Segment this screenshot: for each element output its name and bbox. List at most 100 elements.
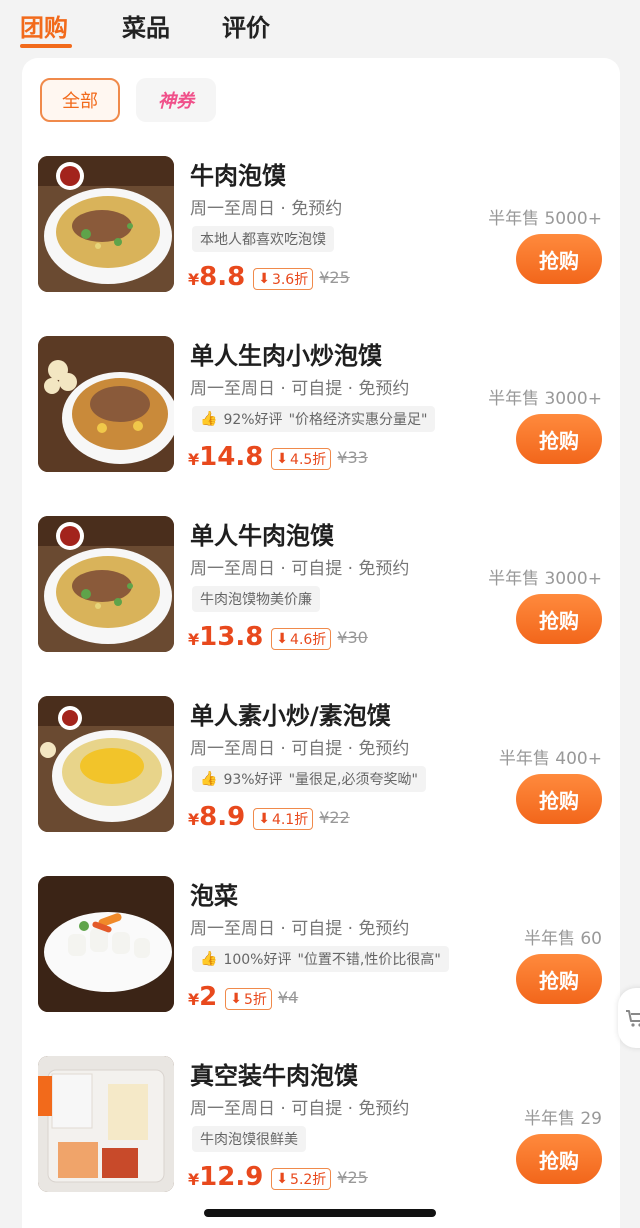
down-arrow-icon: ⬇ <box>276 451 289 467</box>
currency-symbol: ¥ <box>188 990 200 1009</box>
deal-tag: 👍 92%好评 "价格经济实惠分量足" <box>192 406 436 432</box>
original-price: ¥25 <box>319 268 350 287</box>
deal-title: 牛肉泡馍 <box>190 162 286 190</box>
cart-icon <box>626 1010 640 1027</box>
veg-paomo-image <box>38 696 174 832</box>
deal-availability: 周一至周日 · 可自提 · 免预约 <box>190 739 410 759</box>
discount-label: 4.1折 <box>271 812 309 828</box>
rating-label: 100%好评 <box>223 952 292 968</box>
deal-item[interactable]: 真空装牛肉泡馍 周一至周日 · 可自提 · 免预约 牛肉泡馍很鲜美 ¥ 12.9… <box>22 1046 620 1226</box>
review-quote: "价格经济实惠分量足" <box>288 412 428 428</box>
tab-dishes[interactable]: 菜品 <box>122 8 170 43</box>
floating-cart-button[interactable] <box>618 988 640 1048</box>
deal-title: 单人素小炒/素泡馍 <box>190 702 391 730</box>
price-value: 2 <box>199 982 218 1012</box>
filter-all-chip[interactable]: 全部 <box>40 78 120 122</box>
deal-price: ¥ 8.8 <box>188 262 245 292</box>
sales-count: 半年售 400+ <box>498 749 602 769</box>
deal-title: 真空装牛肉泡馍 <box>190 1062 358 1090</box>
discount-label: 4.6折 <box>290 632 327 648</box>
price-value: 8.8 <box>199 262 246 292</box>
currency-symbol: ¥ <box>188 1170 200 1189</box>
currency-symbol: ¥ <box>188 270 200 289</box>
buy-button[interactable]: 抢购 <box>516 414 602 464</box>
deal-list: 牛肉泡馍 周一至周日 · 免预约 本地人都喜欢吃泡馍 ¥ 8.8 ⬇ 3.6折 … <box>22 146 620 1226</box>
deal-image[interactable] <box>38 1056 174 1192</box>
sales-count: 半年售 5000+ <box>488 209 602 229</box>
deal-item[interactable]: 牛肉泡馍 周一至周日 · 免预约 本地人都喜欢吃泡馍 ¥ 8.8 ⬇ 3.6折 … <box>22 146 620 326</box>
tab-reviews[interactable]: 评价 <box>222 8 270 43</box>
sales-count: 半年售 3000+ <box>488 569 602 589</box>
deal-price: ¥ 2 <box>188 982 217 1012</box>
rating-label: 92%好评 <box>223 412 283 428</box>
review-quote: "量很足,必须夸奖呦" <box>288 772 418 788</box>
thumbs-up-icon: 👍 <box>200 411 218 427</box>
discount-label: 5.2折 <box>290 1172 327 1188</box>
thumbs-up-icon: 👍 <box>200 951 218 967</box>
tag-label: 牛肉泡馍物美价廉 <box>200 592 312 608</box>
price-value: 13.8 <box>199 622 264 652</box>
deal-availability: 周一至周日 · 可自提 · 免预约 <box>190 919 410 939</box>
deal-title: 单人牛肉泡馍 <box>190 522 334 550</box>
sales-count: 半年售 60 <box>523 929 602 949</box>
deal-image[interactable] <box>38 336 174 472</box>
thumbs-up-icon: 👍 <box>200 771 218 787</box>
discount-badge: ⬇ 5.2折 <box>271 1168 332 1190</box>
buy-button[interactable]: 抢购 <box>516 774 602 824</box>
deal-availability: 周一至周日 · 免预约 <box>190 199 343 219</box>
deal-price: ¥ 8.9 <box>188 802 245 832</box>
deal-title: 泡菜 <box>190 882 238 910</box>
deal-image[interactable] <box>38 156 174 292</box>
rating-label: 93%好评 <box>223 772 283 788</box>
beef-paomo-image <box>38 516 174 652</box>
original-price: ¥22 <box>319 808 350 827</box>
discount-badge: ⬇ 5折 <box>225 988 272 1010</box>
down-arrow-icon: ⬇ <box>258 811 270 827</box>
buy-button[interactable]: 抢购 <box>516 594 602 644</box>
price-value: 12.9 <box>199 1162 264 1192</box>
deal-title: 单人生肉小炒泡馍 <box>190 342 382 370</box>
deal-item[interactable]: 单人素小炒/素泡馍 周一至周日 · 可自提 · 免预约 👍 93%好评 "量很足… <box>22 686 620 866</box>
deal-availability: 周一至周日 · 可自提 · 免预约 <box>190 1099 410 1119</box>
down-arrow-icon: ⬇ <box>276 631 289 647</box>
discount-badge: ⬇ 4.6折 <box>271 628 332 650</box>
deal-item[interactable]: 单人生肉小炒泡馍 周一至周日 · 可自提 · 免预约 👍 92%好评 "价格经济… <box>22 326 620 506</box>
buy-button[interactable]: 抢购 <box>516 1134 602 1184</box>
currency-symbol: ¥ <box>188 450 200 469</box>
sales-count: 半年售 3000+ <box>488 389 602 409</box>
deal-price: ¥ 12.9 <box>188 1162 263 1192</box>
original-price: ¥25 <box>337 1168 368 1187</box>
tag-label: 本地人都喜欢吃泡馍 <box>200 232 326 248</box>
deal-tag: 牛肉泡馍很鲜美 <box>192 1126 306 1152</box>
deal-image[interactable] <box>38 876 174 1012</box>
deal-tag: 👍 93%好评 "量很足,必须夸奖呦" <box>192 766 426 792</box>
price-value: 14.8 <box>199 442 264 472</box>
filter-coupon-chip[interactable]: 神券 <box>136 78 216 122</box>
discount-badge: ⬇ 4.1折 <box>253 808 314 830</box>
deal-image[interactable] <box>38 696 174 832</box>
deal-image[interactable] <box>38 516 174 652</box>
price-value: 8.9 <box>199 802 246 832</box>
discount-label: 4.5折 <box>290 452 327 468</box>
stir-fry-paomo-image <box>38 336 174 472</box>
discount-badge: ⬇ 3.6折 <box>253 268 314 290</box>
buy-button[interactable]: 抢购 <box>516 954 602 1004</box>
sales-count: 半年售 29 <box>523 1109 602 1129</box>
deal-tag: 本地人都喜欢吃泡馍 <box>192 226 334 252</box>
tab-group-buy[interactable]: 团购 <box>20 8 68 43</box>
active-tab-indicator <box>20 44 72 48</box>
discount-badge: ⬇ 4.5折 <box>271 448 332 470</box>
buy-button[interactable]: 抢购 <box>516 234 602 284</box>
beef-paomo-image <box>38 156 174 292</box>
deal-price: ¥ 14.8 <box>188 442 263 472</box>
deal-item[interactable]: 泡菜 周一至周日 · 可自提 · 免预约 👍 100%好评 "位置不错,性价比很… <box>22 866 620 1046</box>
down-arrow-icon: ⬇ <box>230 991 242 1007</box>
deal-availability: 周一至周日 · 可自提 · 免预约 <box>190 559 410 579</box>
home-indicator <box>204 1209 436 1217</box>
deal-tag: 牛肉泡馍物美价廉 <box>192 586 320 612</box>
pickle-image <box>38 876 174 1012</box>
down-arrow-icon: ⬇ <box>276 1171 289 1187</box>
deal-item[interactable]: 单人牛肉泡馍 周一至周日 · 可自提 · 免预约 牛肉泡馍物美价廉 ¥ 13.8… <box>22 506 620 686</box>
original-price: ¥4 <box>277 988 299 1007</box>
deal-tag: 👍 100%好评 "位置不错,性价比很高" <box>192 946 449 972</box>
